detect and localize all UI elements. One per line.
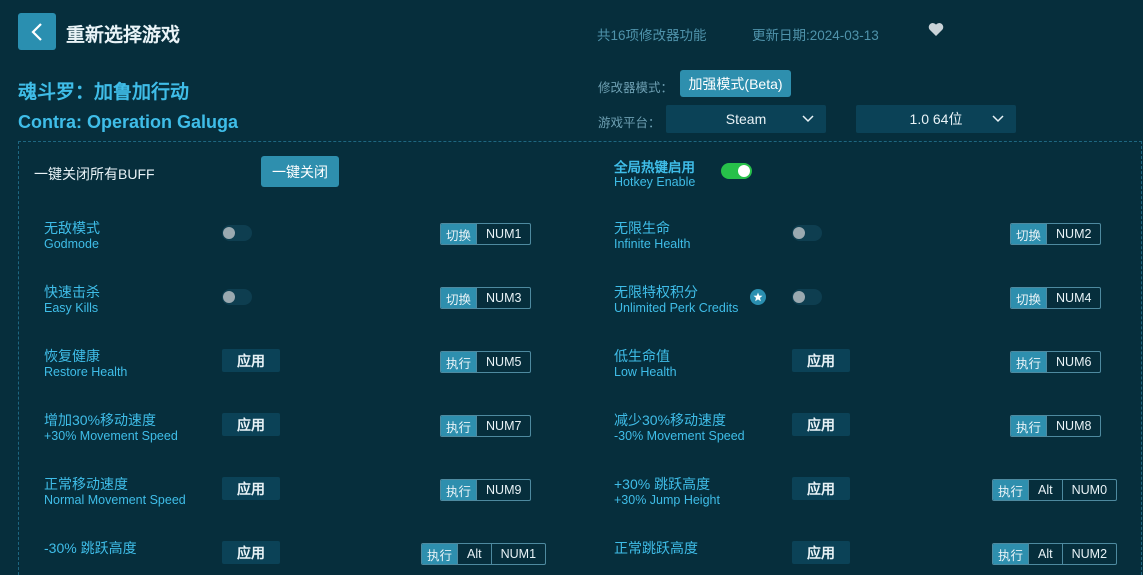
hotkey-key: NUM1 <box>490 544 545 564</box>
mode-button[interactable]: 加强模式(Beta) <box>680 70 791 97</box>
feature-label-en: Unlimited Perk Credits <box>614 301 739 315</box>
feature-label-en: Normal Movement Speed <box>44 493 186 507</box>
hotkey-key: NUM3 <box>476 288 530 308</box>
hotkey-key: NUM9 <box>476 480 530 500</box>
hotkey-binding[interactable]: 切换 NUM4 <box>1010 287 1102 309</box>
feature-label-cn: 正常跳跃高度 <box>614 540 698 556</box>
star-badge <box>750 289 766 305</box>
hotkey-action: 切换 <box>1011 288 1047 308</box>
feature-label-en: Low Health <box>614 365 677 379</box>
hotkey-binding[interactable]: 切换 NUM2 <box>1010 223 1102 245</box>
hotkey-action: 执行 <box>993 480 1029 500</box>
feature-label-en: -30% Movement Speed <box>614 429 745 443</box>
hotkey-binding[interactable]: 执行 NUM6 <box>1010 351 1102 373</box>
apply-button[interactable]: 应用 <box>222 541 280 564</box>
feature-toggle[interactable] <box>792 225 822 241</box>
feature-label-cn: 低生命值 <box>614 348 670 364</box>
hotkey-action: 切换 <box>441 288 477 308</box>
mode-label: 修改器模式： <box>598 81 674 95</box>
hotkey-enable-label-en: Hotkey Enable <box>614 175 696 189</box>
feature-label-cn: 正常移动速度 <box>44 476 128 492</box>
feature-label-cn: 无限生命 <box>614 220 670 236</box>
favorite-button[interactable] <box>928 22 944 42</box>
hotkey-action: 切换 <box>441 224 477 244</box>
star-icon <box>753 292 763 302</box>
feature-label-cn: 快速击杀 <box>44 284 100 300</box>
platform-value: Steam <box>725 111 767 127</box>
hotkey-action: 切换 <box>1011 224 1047 244</box>
feature-count: 共16项修改器功能 <box>597 28 707 43</box>
hotkey-action: 执行 <box>441 416 477 436</box>
hotkey-action: 执行 <box>1011 416 1047 436</box>
hotkey-key: NUM4 <box>1046 288 1100 308</box>
apply-button[interactable]: 应用 <box>792 541 850 564</box>
feature-label-en: +30% Movement Speed <box>44 429 178 443</box>
hotkey-binding[interactable]: 执行 Alt NUM2 <box>992 543 1118 565</box>
feature-label-cn: -30% 跳跃高度 <box>44 540 137 556</box>
hotkey-action: 执行 <box>441 480 477 500</box>
feature-label-en: Restore Health <box>44 365 128 379</box>
feature-label-cn: +30% 跳跃高度 <box>614 476 711 492</box>
close-all-buff-button[interactable]: 一键关闭 <box>261 156 339 187</box>
feature-label-en: Godmode <box>44 237 99 251</box>
hotkey-binding[interactable]: 切换 NUM1 <box>440 223 532 245</box>
feature-label-cn: 增加30%移动速度 <box>44 412 157 428</box>
hotkey-binding[interactable]: 执行 NUM7 <box>440 415 532 437</box>
hotkey-binding[interactable]: 切换 NUM3 <box>440 287 532 309</box>
feature-label-en: Easy Kills <box>44 301 99 315</box>
hotkey-binding[interactable]: 执行 Alt NUM0 <box>992 479 1118 501</box>
close-all-buff-label: 一键关闭所有BUFF <box>34 166 155 182</box>
chevron-down-icon <box>992 115 1004 123</box>
apply-button[interactable]: 应用 <box>222 349 280 372</box>
game-title-en: Contra: Operation Galuga <box>18 112 239 132</box>
apply-button[interactable]: 应用 <box>792 349 850 372</box>
hotkey-binding[interactable]: 执行 Alt NUM1 <box>421 543 547 565</box>
chevron-down-icon <box>802 115 814 123</box>
feature-toggle[interactable] <box>222 289 252 305</box>
feature-label-cn: 恢复健康 <box>44 348 100 364</box>
hotkey-key: NUM2 <box>1046 224 1100 244</box>
feature-toggle[interactable] <box>792 289 822 305</box>
apply-button[interactable]: 应用 <box>222 413 280 436</box>
hotkey-key: Alt <box>457 544 491 564</box>
hotkey-key: Alt <box>1028 480 1062 500</box>
platform-label: 游戏平台： <box>598 116 661 130</box>
hotkey-key: NUM0 <box>1061 480 1116 500</box>
feature-label-cn: 无限特权积分 <box>614 284 698 300</box>
hotkey-key: Alt <box>1028 544 1062 564</box>
feature-label-cn: 无敌模式 <box>44 220 100 236</box>
update-date: 更新日期:2024-03-13 <box>752 28 879 43</box>
chevron-left-icon <box>31 22 42 41</box>
hotkey-binding[interactable]: 执行 NUM9 <box>440 479 532 501</box>
hotkey-enable-toggle[interactable] <box>721 163 752 179</box>
feature-toggle[interactable] <box>222 225 252 241</box>
version-select[interactable]: 1.0 64位 <box>856 105 1016 133</box>
game-title-cn: 魂斗罗：加鲁加行动 <box>18 82 190 103</box>
hotkey-action: 执行 <box>993 544 1029 564</box>
hotkey-enable-label-cn: 全局热键启用 <box>614 160 695 175</box>
hotkey-action: 执行 <box>441 352 477 372</box>
apply-button[interactable]: 应用 <box>792 413 850 436</box>
hotkey-key: NUM8 <box>1046 416 1100 436</box>
back-button[interactable] <box>18 13 56 50</box>
apply-button[interactable]: 应用 <box>792 477 850 500</box>
version-value: 1.0 64位 <box>909 111 963 127</box>
hotkey-binding[interactable]: 执行 NUM5 <box>440 351 532 373</box>
hotkey-action: 执行 <box>422 544 458 564</box>
platform-select[interactable]: Steam <box>666 105 826 133</box>
features-panel <box>18 141 1142 575</box>
hotkey-binding[interactable]: 执行 NUM8 <box>1010 415 1102 437</box>
hotkey-key: NUM5 <box>476 352 530 372</box>
apply-button[interactable]: 应用 <box>222 477 280 500</box>
hotkey-key: NUM2 <box>1061 544 1116 564</box>
hotkey-key: NUM1 <box>476 224 530 244</box>
hotkey-key: NUM7 <box>476 416 530 436</box>
feature-label-en: +30% Jump Height <box>614 493 720 507</box>
hotkey-action: 执行 <box>1011 352 1047 372</box>
feature-label-cn: 减少30%移动速度 <box>614 412 727 428</box>
feature-label-en: Infinite Health <box>614 237 691 251</box>
heart-icon <box>928 23 944 36</box>
hotkey-key: NUM6 <box>1046 352 1100 372</box>
page-title: 重新选择游戏 <box>66 25 181 46</box>
